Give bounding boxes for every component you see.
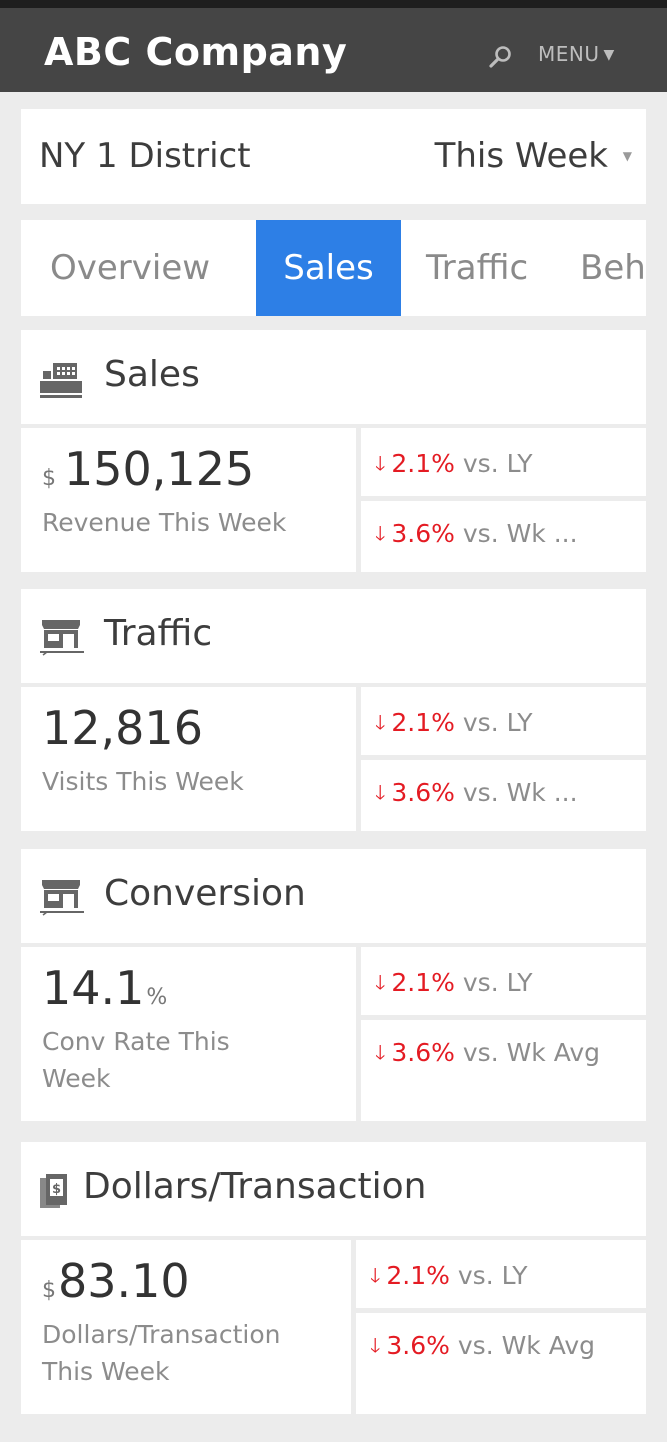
conversion-metric-card[interactable]: 14.1% Conv Rate This Week	[21, 947, 356, 1121]
search-icon[interactable]	[488, 44, 514, 70]
change-percent: 2.1%	[391, 708, 455, 737]
change-percent: 3.6%	[391, 519, 455, 548]
compare-vs-wk[interactable]: 🡓 3.6% vs. Wk ...	[361, 760, 646, 831]
app-header: ABC Company MENU ▼	[0, 0, 667, 92]
tab-behavior[interactable]: Beh	[580, 220, 646, 316]
dpt-metric-card[interactable]: $83.10 Dollars/Transaction This Week	[21, 1240, 351, 1414]
compare-vs-ly[interactable]: 🡓 2.1% vs. LY	[361, 428, 646, 496]
change-percent: 2.1%	[391, 449, 455, 478]
compare-label: vs. LY	[462, 968, 533, 997]
metric-value: $150,125	[42, 442, 254, 496]
compare-vs-ly[interactable]: 🡓 2.1% vs. LY	[361, 687, 646, 755]
section-title: Conversion	[104, 873, 306, 914]
menu-label: MENU	[538, 42, 600, 66]
filter-bar: NY 1 District This Week ▼	[21, 109, 646, 204]
compare-vs-wk[interactable]: 🡓 3.6% vs. Wk ...	[361, 501, 646, 572]
dpt-value: 83.10	[58, 1254, 190, 1308]
currency-symbol: $	[42, 466, 56, 491]
change-percent: 2.1%	[391, 968, 455, 997]
compare-label: vs. LY	[462, 708, 533, 737]
compare-label: vs. Wk ...	[462, 519, 578, 548]
percent-symbol: %	[146, 985, 168, 1010]
district-selector[interactable]: NY 1 District	[39, 136, 251, 176]
arrow-down-icon: 🡓	[370, 1333, 381, 1357]
cash-register-icon	[40, 363, 82, 398]
arrow-down-icon: 🡓	[375, 780, 386, 804]
tab-sales[interactable]: Sales	[256, 220, 401, 316]
compare-vs-wk[interactable]: 🡓 3.6% vs. Wk Avg	[361, 1020, 646, 1121]
chevron-down-icon[interactable]: ▼	[623, 149, 632, 163]
compare-label: vs. Wk Avg	[457, 1331, 596, 1360]
arrow-down-icon: 🡓	[375, 521, 386, 545]
metric-label: Visits This Week	[42, 767, 244, 796]
change-percent: 3.6%	[386, 1331, 450, 1360]
chevron-down-icon: ▼	[603, 47, 615, 63]
tab-traffic[interactable]: Traffic	[426, 220, 528, 316]
arrow-down-icon: 🡓	[375, 710, 386, 734]
conversion-value: 14.1	[42, 961, 145, 1015]
compare-label: vs. LY	[457, 1261, 528, 1290]
traffic-section-header: Traffic	[21, 589, 646, 683]
compare-label: vs. Wk ...	[462, 778, 578, 807]
app-title: ABC Company	[44, 30, 348, 74]
sales-metric-card[interactable]: $150,125 Revenue This Week	[21, 428, 356, 572]
arrow-down-icon: 🡓	[370, 1263, 381, 1287]
section-title: Traffic	[104, 613, 213, 654]
currency-symbol: $	[42, 1278, 56, 1303]
metric-label: Conv Rate This Week	[42, 1027, 230, 1093]
menu-button[interactable]: MENU ▼	[538, 42, 615, 66]
traffic-metric-card[interactable]: 12,816 Visits This Week	[21, 687, 356, 831]
metric-label: Revenue This Week	[42, 508, 287, 537]
sales-value: 150,125	[64, 442, 255, 496]
traffic-value: 12,816	[42, 701, 203, 755]
compare-label: vs. Wk Avg	[462, 1038, 601, 1067]
dpt-section-header: $ Dollars/Transaction	[21, 1142, 646, 1236]
section-title: Sales	[104, 354, 200, 395]
compare-vs-ly[interactable]: 🡓 2.1% vs. LY	[361, 947, 646, 1015]
sales-section-header: Sales	[21, 330, 646, 424]
conversion-section-header: Conversion	[21, 849, 646, 943]
compare-vs-wk[interactable]: 🡓 3.6% vs. Wk Avg	[356, 1313, 646, 1414]
compare-label: vs. LY	[462, 449, 533, 478]
change-percent: 3.6%	[391, 1038, 455, 1067]
arrow-down-icon: 🡓	[375, 451, 386, 475]
section-title: Dollars/Transaction	[83, 1166, 427, 1207]
storefront-icon	[40, 620, 84, 656]
tab-bar: Overview Sales Traffic Beh	[21, 220, 646, 316]
receipt-dollar-icon: $	[40, 1174, 67, 1208]
arrow-down-icon: 🡓	[375, 1040, 386, 1064]
change-percent: 2.1%	[386, 1261, 450, 1290]
metric-value: 14.1%	[42, 961, 167, 1015]
arrow-down-icon: 🡓	[375, 970, 386, 994]
compare-vs-ly[interactable]: 🡓 2.1% vs. LY	[356, 1240, 646, 1308]
change-percent: 3.6%	[391, 778, 455, 807]
period-selector[interactable]: This Week	[435, 136, 608, 176]
svg-text:$: $	[52, 1182, 61, 1197]
metric-label: Dollars/Transaction This Week	[42, 1320, 281, 1386]
storefront-icon	[40, 880, 84, 916]
tab-overview[interactable]: Overview	[50, 220, 210, 316]
metric-value: $83.10	[42, 1254, 190, 1308]
